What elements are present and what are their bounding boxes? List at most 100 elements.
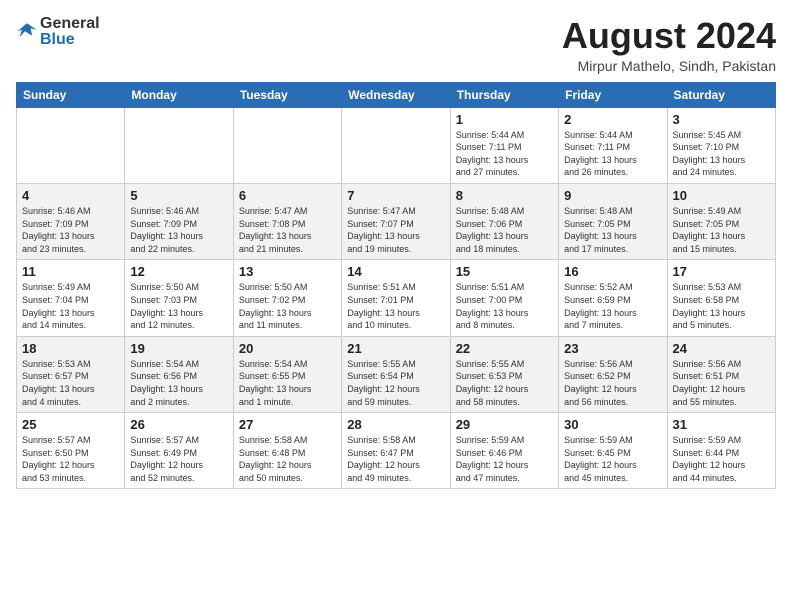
day-of-week-header: Tuesday (233, 82, 341, 107)
day-number: 9 (564, 188, 661, 203)
day-number: 1 (456, 112, 553, 127)
calendar-day-cell (125, 107, 233, 183)
day-info: Sunrise: 5:59 AM Sunset: 6:46 PM Dayligh… (456, 434, 553, 484)
calendar-day-cell: 10 Sunrise: 5:49 AM Sunset: 7:05 PM Dayli… (667, 183, 775, 259)
day-number: 28 (347, 417, 444, 432)
calendar-day-cell (233, 107, 341, 183)
day-info: Sunrise: 5:44 AM Sunset: 7:11 PM Dayligh… (456, 129, 553, 179)
day-number: 17 (673, 264, 770, 279)
calendar-day-cell: 4 Sunrise: 5:46 AM Sunset: 7:09 PM Daylig… (17, 183, 125, 259)
day-info: Sunrise: 5:58 AM Sunset: 6:47 PM Dayligh… (347, 434, 444, 484)
day-info: Sunrise: 5:55 AM Sunset: 6:54 PM Dayligh… (347, 358, 444, 408)
calendar-day-cell: 25 Sunrise: 5:57 AM Sunset: 6:50 PM Dayli… (17, 413, 125, 489)
calendar-day-cell: 9 Sunrise: 5:48 AM Sunset: 7:05 PM Daylig… (559, 183, 667, 259)
day-info: Sunrise: 5:47 AM Sunset: 7:08 PM Dayligh… (239, 205, 336, 255)
day-of-week-header: Monday (125, 82, 233, 107)
calendar-week-row: 11 Sunrise: 5:49 AM Sunset: 7:04 PM Dayli… (17, 260, 776, 336)
day-of-week-header: Saturday (667, 82, 775, 107)
day-info: Sunrise: 5:57 AM Sunset: 6:49 PM Dayligh… (130, 434, 227, 484)
calendar-header-row: SundayMondayTuesdayWednesdayThursdayFrid… (17, 82, 776, 107)
day-number: 23 (564, 341, 661, 356)
calendar-day-cell: 21 Sunrise: 5:55 AM Sunset: 6:54 PM Dayli… (342, 336, 450, 412)
day-info: Sunrise: 5:50 AM Sunset: 7:03 PM Dayligh… (130, 281, 227, 331)
day-number: 22 (456, 341, 553, 356)
day-number: 12 (130, 264, 227, 279)
day-number: 24 (673, 341, 770, 356)
logo-bird-icon (16, 21, 38, 43)
location-subtitle: Mirpur Mathelo, Sindh, Pakistan (562, 58, 776, 74)
day-number: 15 (456, 264, 553, 279)
calendar-day-cell: 6 Sunrise: 5:47 AM Sunset: 7:08 PM Daylig… (233, 183, 341, 259)
calendar-day-cell: 29Sunrise: 5:59 AM Sunset: 6:46 PM Dayli… (450, 413, 558, 489)
day-number: 6 (239, 188, 336, 203)
day-number: 11 (22, 264, 119, 279)
day-number: 25 (22, 417, 119, 432)
calendar-day-cell: 28 Sunrise: 5:58 AM Sunset: 6:47 PM Dayli… (342, 413, 450, 489)
calendar-day-cell: 31Sunrise: 5:59 AM Sunset: 6:44 PM Dayli… (667, 413, 775, 489)
day-number: 4 (22, 188, 119, 203)
calendar-day-cell: 5Sunrise: 5:46 AM Sunset: 7:09 PM Daylig… (125, 183, 233, 259)
calendar-day-cell (342, 107, 450, 183)
day-info: Sunrise: 5:56 AM Sunset: 6:51 PM Dayligh… (673, 358, 770, 408)
calendar-day-cell: 17Sunrise: 5:53 AM Sunset: 6:58 PM Dayli… (667, 260, 775, 336)
day-number: 3 (673, 112, 770, 127)
day-info: Sunrise: 5:49 AM Sunset: 7:05 PM Dayligh… (673, 205, 770, 255)
calendar-week-row: 1 Sunrise: 5:44 AM Sunset: 7:11 PM Daylig… (17, 107, 776, 183)
day-info: Sunrise: 5:48 AM Sunset: 7:05 PM Dayligh… (564, 205, 661, 255)
calendar-week-row: 18 Sunrise: 5:53 AM Sunset: 6:57 PM Dayli… (17, 336, 776, 412)
day-number: 30 (564, 417, 661, 432)
day-number: 18 (22, 341, 119, 356)
calendar-day-cell: 30 Sunrise: 5:59 AM Sunset: 6:45 PM Dayli… (559, 413, 667, 489)
calendar-day-cell: 26 Sunrise: 5:57 AM Sunset: 6:49 PM Dayli… (125, 413, 233, 489)
calendar-table: SundayMondayTuesdayWednesdayThursdayFrid… (16, 82, 776, 490)
page-header: General Blue August 2024 Mirpur Mathelo,… (16, 16, 776, 74)
day-number: 21 (347, 341, 444, 356)
day-info: Sunrise: 5:52 AM Sunset: 6:59 PM Dayligh… (564, 281, 661, 331)
calendar-day-cell: 3 Sunrise: 5:45 AM Sunset: 7:10 PM Daylig… (667, 107, 775, 183)
day-number: 20 (239, 341, 336, 356)
day-number: 26 (130, 417, 227, 432)
day-info: Sunrise: 5:53 AM Sunset: 6:57 PM Dayligh… (22, 358, 119, 408)
day-of-week-header: Thursday (450, 82, 558, 107)
day-of-week-header: Wednesday (342, 82, 450, 107)
day-number: 31 (673, 417, 770, 432)
logo: General Blue (16, 16, 100, 48)
day-of-week-header: Friday (559, 82, 667, 107)
calendar-day-cell: 11 Sunrise: 5:49 AM Sunset: 7:04 PM Dayli… (17, 260, 125, 336)
calendar-day-cell (17, 107, 125, 183)
calendar-day-cell: 22 Sunrise: 5:55 AM Sunset: 6:53 PM Dayli… (450, 336, 558, 412)
day-info: Sunrise: 5:47 AM Sunset: 7:07 PM Dayligh… (347, 205, 444, 255)
calendar-day-cell: 8Sunrise: 5:48 AM Sunset: 7:06 PM Daylig… (450, 183, 558, 259)
month-title: August 2024 (562, 16, 776, 56)
calendar-day-cell: 7Sunrise: 5:47 AM Sunset: 7:07 PM Daylig… (342, 183, 450, 259)
logo-blue: Blue (40, 32, 100, 48)
day-info: Sunrise: 5:49 AM Sunset: 7:04 PM Dayligh… (22, 281, 119, 331)
day-number: 27 (239, 417, 336, 432)
day-info: Sunrise: 5:51 AM Sunset: 7:01 PM Dayligh… (347, 281, 444, 331)
day-number: 5 (130, 188, 227, 203)
day-number: 13 (239, 264, 336, 279)
day-info: Sunrise: 5:56 AM Sunset: 6:52 PM Dayligh… (564, 358, 661, 408)
day-number: 16 (564, 264, 661, 279)
calendar-week-row: 25 Sunrise: 5:57 AM Sunset: 6:50 PM Dayli… (17, 413, 776, 489)
calendar-day-cell: 23 Sunrise: 5:56 AM Sunset: 6:52 PM Dayli… (559, 336, 667, 412)
day-info: Sunrise: 5:50 AM Sunset: 7:02 PM Dayligh… (239, 281, 336, 331)
day-info: Sunrise: 5:57 AM Sunset: 6:50 PM Dayligh… (22, 434, 119, 484)
calendar-day-cell: 1 Sunrise: 5:44 AM Sunset: 7:11 PM Daylig… (450, 107, 558, 183)
calendar-day-cell: 14Sunrise: 5:51 AM Sunset: 7:01 PM Dayli… (342, 260, 450, 336)
day-info: Sunrise: 5:55 AM Sunset: 6:53 PM Dayligh… (456, 358, 553, 408)
calendar-day-cell: 24 Sunrise: 5:56 AM Sunset: 6:51 PM Dayli… (667, 336, 775, 412)
calendar-week-row: 4 Sunrise: 5:46 AM Sunset: 7:09 PM Daylig… (17, 183, 776, 259)
day-info: Sunrise: 5:54 AM Sunset: 6:55 PM Dayligh… (239, 358, 336, 408)
day-info: Sunrise: 5:45 AM Sunset: 7:10 PM Dayligh… (673, 129, 770, 179)
day-number: 19 (130, 341, 227, 356)
day-number: 10 (673, 188, 770, 203)
day-number: 2 (564, 112, 661, 127)
calendar-day-cell: 15 Sunrise: 5:51 AM Sunset: 7:00 PM Dayli… (450, 260, 558, 336)
day-info: Sunrise: 5:51 AM Sunset: 7:00 PM Dayligh… (456, 281, 553, 331)
day-info: Sunrise: 5:58 AM Sunset: 6:48 PM Dayligh… (239, 434, 336, 484)
day-info: Sunrise: 5:46 AM Sunset: 7:09 PM Dayligh… (22, 205, 119, 255)
calendar-day-cell: 27 Sunrise: 5:58 AM Sunset: 6:48 PM Dayli… (233, 413, 341, 489)
day-info: Sunrise: 5:48 AM Sunset: 7:06 PM Dayligh… (456, 205, 553, 255)
day-info: Sunrise: 5:59 AM Sunset: 6:45 PM Dayligh… (564, 434, 661, 484)
